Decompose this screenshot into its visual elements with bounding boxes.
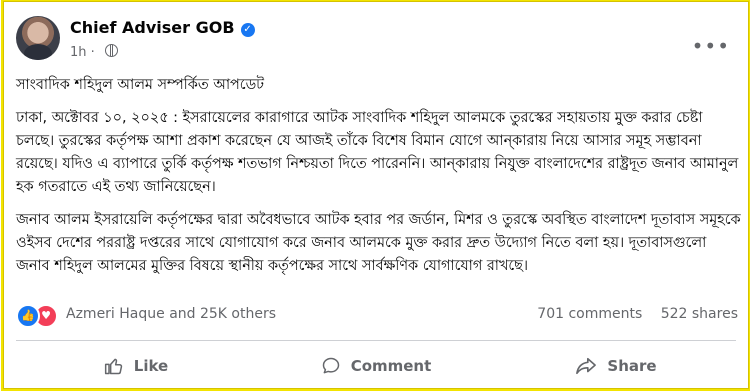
more-options-icon[interactable]: ••• — [692, 34, 730, 58]
comment-label: Comment — [350, 357, 432, 375]
post-paragraph-1: ঢাকা, অক্টোবর ১০, ২০২৫ : ইসরায়েলের কারা… — [16, 110, 739, 195]
verified-badge-icon: ✓ — [240, 23, 255, 37]
author-name-row: Chief Adviser GOB ✓ — [70, 18, 255, 37]
comment-button[interactable]: Comment — [256, 346, 496, 386]
globe-icon — [104, 44, 118, 57]
post-body: সাংবাদিক শহিদুল আলম সম্পর্কিত আপডেট ঢাকা… — [16, 74, 742, 288]
facebook-post-card: Chief Adviser GOB ✓ 1h · ••• সাংবাদিক শহি… — [3, 1, 749, 389]
post-time[interactable]: 1h — [70, 45, 87, 60]
shares-count[interactable]: 522 shares — [661, 306, 738, 322]
post-actions: Like Comment Share — [16, 346, 736, 386]
post-paragraph-2: জনাব আলম ইসরায়েলি কর্তৃপক্ষের দ্বারা অব… — [16, 212, 741, 274]
actions-divider — [16, 340, 736, 341]
post-title: সাংবাদিক শহিদুল আলম সম্পর্কিত আপডেট — [16, 77, 265, 93]
author-avatar[interactable] — [16, 16, 60, 60]
share-arrow-icon — [576, 357, 597, 375]
like-reaction-icon: 👍 — [16, 304, 40, 328]
engagement-counts: 701 comments 522 shares — [523, 306, 738, 322]
comment-bubble-icon — [322, 357, 339, 374]
author-name[interactable]: Chief Adviser GOB — [70, 18, 235, 37]
reactions-summary[interactable]: 👍 ♥ Azmeri Haque and 25K others — [16, 304, 276, 328]
meta-separator: · — [90, 45, 95, 60]
reactions-text[interactable]: Azmeri Haque and 25K others — [66, 306, 276, 322]
post-stats: 👍 ♥ Azmeri Haque and 25K others 701 comme… — [16, 304, 738, 328]
like-label: Like — [133, 357, 169, 375]
post-header: Chief Adviser GOB ✓ 1h · ••• — [16, 12, 738, 64]
share-button[interactable]: Share — [496, 346, 736, 386]
comments-count[interactable]: 701 comments — [537, 306, 642, 322]
like-button[interactable]: Like — [16, 346, 256, 386]
share-label: Share — [607, 357, 657, 375]
thumbs-up-icon — [104, 358, 122, 375]
post-meta: 1h · — [70, 44, 118, 60]
